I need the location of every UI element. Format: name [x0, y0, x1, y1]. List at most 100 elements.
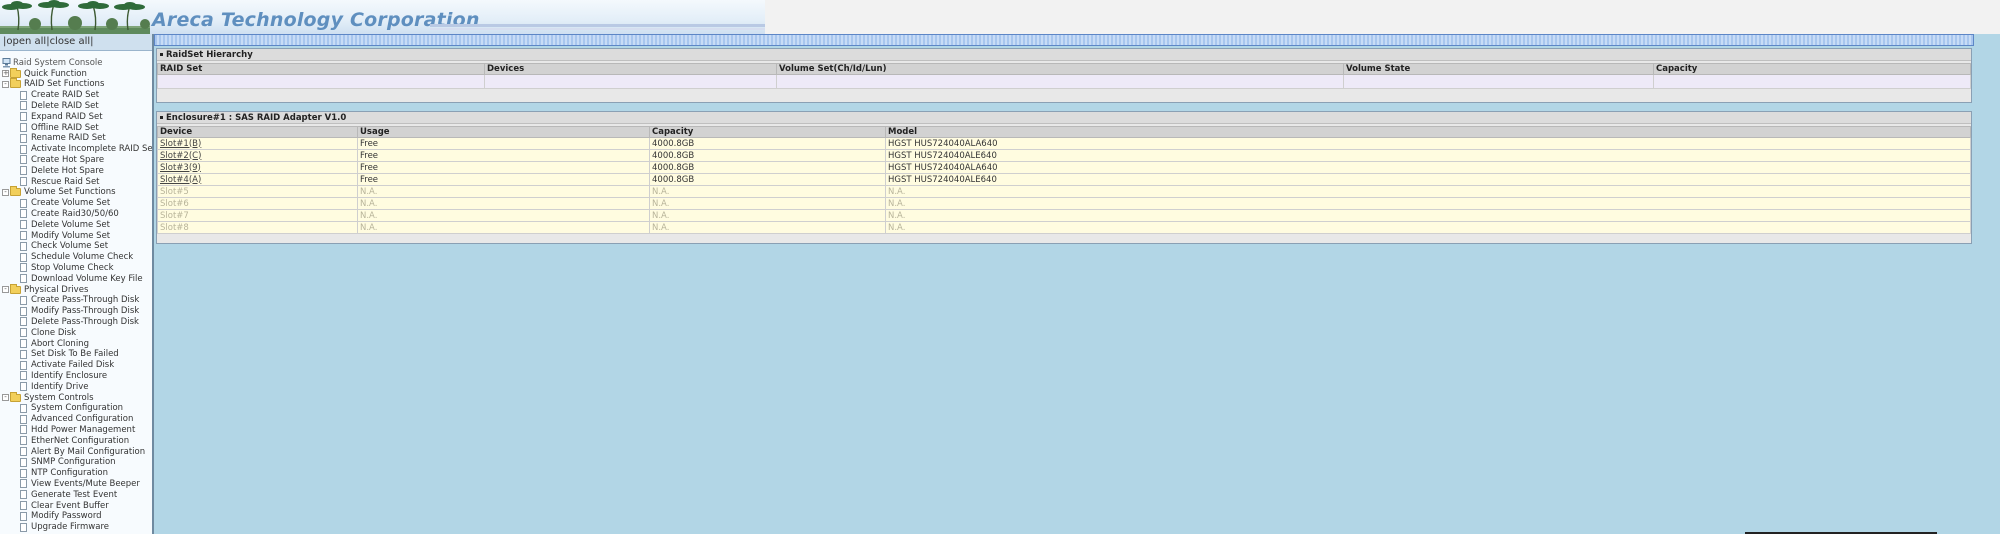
sidebar-item-create-hot-spare[interactable]: Create Hot Spare — [20, 154, 104, 165]
sidebar-item-offline-raid-set[interactable]: Offline RAID Set — [20, 122, 99, 133]
sidebar-folder-system-controls[interactable]: - System Controls — [2, 391, 94, 403]
sidebar-item-upgrade-firmware[interactable]: Upgrade Firmware — [20, 522, 109, 533]
document-icon — [20, 295, 27, 305]
slot-link[interactable]: Slot#1(B) — [160, 139, 201, 149]
sidebar-item-clone-disk[interactable]: Clone Disk — [20, 327, 76, 338]
sidebar-item-advanced-configuration[interactable]: Advanced Configuration — [20, 414, 133, 425]
slot-link[interactable]: Slot#4(A) — [160, 175, 201, 185]
document-icon — [20, 241, 27, 251]
usage-cell: N.A. — [357, 209, 650, 222]
sidebar-folder-physical-drives[interactable]: - Physical Drives — [2, 283, 88, 295]
collapse-icon[interactable]: - — [2, 286, 9, 293]
sidebar-item-label: Create Pass-Through Disk — [31, 295, 140, 306]
sidebar-item-label: Modify Pass-Through Disk — [31, 306, 140, 317]
table-row: Slot#7 N.A. N.A. N.A. — [157, 209, 1971, 222]
sidebar-item-ntp-configuration[interactable]: NTP Configuration — [20, 468, 108, 479]
device-cell[interactable]: Slot#4(A) — [157, 173, 358, 186]
collapse-icon[interactable]: - — [2, 80, 9, 88]
sidebar-item-snmp-configuration[interactable]: SNMP Configuration — [20, 457, 116, 468]
sidebar-item-label: Delete Hot Spare — [31, 165, 104, 176]
folder-icon — [10, 186, 21, 197]
enclosure-table: Device Usage Capacity Model Slot#1(B) Fre… — [157, 126, 1971, 234]
close-all-link[interactable]: close all| — [50, 36, 94, 47]
document-icon — [20, 522, 27, 532]
sidebar-item-activate-failed-disk[interactable]: Activate Failed Disk — [20, 360, 114, 371]
document-icon — [20, 220, 27, 230]
sidebar-item-rename-raid-set[interactable]: Rename RAID Set — [20, 133, 106, 144]
table-row: Slot#4(A) Free 4000.8GB HGST HUS724040ALE64… — [157, 173, 1971, 186]
sidebar-item-clear-event-buffer[interactable]: Clear Event Buffer — [20, 500, 109, 511]
document-icon — [20, 425, 27, 435]
sidebar-folder-label: Volume Set Functions — [24, 187, 116, 198]
sidebar-item-stop-volume-check[interactable]: Stop Volume Check — [20, 262, 114, 273]
device-cell[interactable]: Slot#2(C) — [157, 149, 358, 162]
sidebar-item-expand-raid-set[interactable]: Expand RAID Set — [20, 111, 103, 122]
document-icon — [20, 349, 27, 359]
sidebar-folder-volume-set-functions[interactable]: - Volume Set Functions — [2, 186, 116, 198]
sidebar-item-rescue-raid-set[interactable]: Rescue Raid Set — [20, 176, 100, 187]
sidebar-item-system-configuration[interactable]: System Configuration — [20, 403, 123, 414]
folder-icon — [10, 78, 21, 89]
sidebar-item-delete-volume-set[interactable]: Delete Volume Set — [20, 219, 110, 230]
sidebar-item-modify-volume-set[interactable]: Modify Volume Set — [20, 230, 110, 241]
sidebar-item-download-volume-key-file[interactable]: Download Volume Key File — [20, 273, 143, 284]
sidebar-item-delete-raid-set[interactable]: Delete RAID Set — [20, 100, 99, 111]
slot-link[interactable]: Slot#2(C) — [160, 151, 201, 161]
sidebar-item-generate-test-event[interactable]: Generate Test Event — [20, 489, 117, 500]
document-icon — [20, 252, 27, 262]
sidebar-item-label: Download Volume Key File — [31, 273, 143, 284]
document-icon — [20, 177, 27, 186]
open-all-link[interactable]: |open all| — [3, 36, 50, 47]
document-icon — [20, 447, 27, 456]
table-cell — [776, 74, 1344, 89]
banner-stripe — [430, 24, 765, 27]
sidebar-item-create-raid30-50-60[interactable]: Create Raid30/50/60 — [20, 208, 119, 219]
capacity-cell: 4000.8GB — [649, 149, 886, 162]
sidebar-item-hdd-power-management[interactable]: Hdd Power Management — [20, 424, 135, 435]
sidebar-item-activate-incomplete-raid-set[interactable]: Activate Incomplete RAID Set — [20, 144, 152, 155]
raidset-hierarchy-panel: RaidSet Hierarchy RAID Set Devices Volum… — [156, 48, 1972, 103]
sidebar-item-ethernet-configuration[interactable]: EtherNet Configuration — [20, 435, 129, 446]
document-icon — [20, 209, 27, 219]
sidebar-item-delete-pass-through-disk[interactable]: Delete Pass-Through Disk — [20, 316, 139, 327]
sidebar-item-abort-cloning[interactable]: Abort Cloning — [20, 338, 89, 349]
sidebar-item-modify-pass-through-disk[interactable]: Modify Pass-Through Disk — [20, 306, 139, 317]
device-cell[interactable]: Slot#1(B) — [157, 137, 358, 150]
sidebar-folder-raid-set-functions[interactable]: - RAID Set Functions — [2, 78, 104, 90]
slot-label: Slot#5 — [160, 186, 189, 197]
document-icon — [20, 490, 27, 500]
sidebar-item-set-disk-to-be-failed[interactable]: Set Disk To Be Failed — [20, 349, 119, 360]
sidebar-item-schedule-volume-check[interactable]: Schedule Volume Check — [20, 252, 133, 263]
expand-icon[interactable]: + — [2, 70, 9, 77]
sidebar-item-identify-enclosure[interactable]: Identify Enclosure — [20, 370, 107, 381]
col-model: Model — [885, 126, 1971, 138]
sidebar-item-modify-password[interactable]: Modify Password — [20, 511, 102, 522]
sidebar-item-label: Set Disk To Be Failed — [31, 349, 119, 360]
device-cell: Slot#7 — [157, 209, 358, 222]
sidebar-item-label: NTP Configuration — [31, 468, 109, 479]
sidebar-item-identify-drive[interactable]: Identify Drive — [20, 381, 88, 392]
slot-link[interactable]: Slot#3(9) — [160, 163, 201, 173]
tree-root[interactable]: Raid System Console — [2, 57, 103, 68]
table-cell — [1343, 74, 1654, 89]
sidebar-item-view-events-mute-beeper[interactable]: View Events/Mute Beeper — [20, 478, 140, 489]
capacity-cell: 4000.8GB — [649, 173, 886, 186]
col-volume-state: Volume State — [1343, 63, 1654, 75]
sidebar-item-check-volume-set[interactable]: Check Volume Set — [20, 241, 108, 252]
device-cell[interactable]: Slot#3(9) — [157, 161, 358, 174]
table-header-row: Device Usage Capacity Model — [157, 126, 1971, 138]
sidebar-item-alert-by-mail-configuration[interactable]: Alert By Mail Configuration — [20, 446, 145, 457]
sidebar-item-label: Create Volume Set — [31, 198, 111, 209]
model-cell: HGST HUS724040ALA640 — [885, 137, 1971, 150]
collapse-icon[interactable]: - — [2, 394, 9, 401]
sidebar-item-create-volume-set[interactable]: Create Volume Set — [20, 198, 110, 209]
folder-icon — [10, 391, 21, 402]
collapse-icon[interactable]: - — [2, 188, 9, 196]
table-row: Slot#1(B) Free 4000.8GB HGST HUS724040ALA64… — [157, 137, 1971, 150]
sidebar-item-delete-hot-spare[interactable]: Delete Hot Spare — [20, 165, 104, 176]
sidebar-item-create-raid-set[interactable]: Create RAID Set — [20, 90, 99, 101]
model-cell: N.A. — [885, 209, 1971, 222]
table-cell — [1653, 74, 1971, 89]
capacity-cell: 4000.8GB — [649, 161, 886, 174]
sidebar-item-create-pass-through-disk[interactable]: Create Pass-Through Disk — [20, 295, 139, 306]
